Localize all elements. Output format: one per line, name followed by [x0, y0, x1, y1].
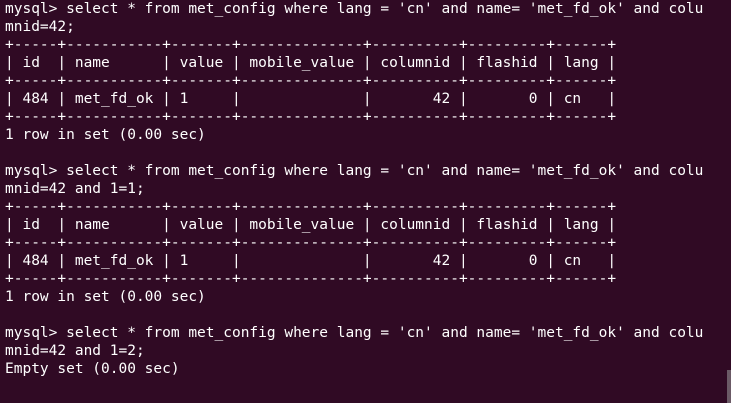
table-1-border-top: +-----+-----------+-------+-------------… — [5, 37, 617, 53]
result-3-status: Empty set (0.00 sec) — [5, 361, 180, 377]
table-2-border-top: +-----+-----------+-------+-------------… — [5, 199, 617, 215]
query-1-line-1: mysql> select * from met_config where la… — [5, 1, 704, 17]
result-1-status: 1 row in set (0.00 sec) — [5, 127, 206, 143]
terminal-window[interactable]: mysql> select * from met_config where la… — [0, 0, 731, 403]
query-1-line-2: mnid=42; — [5, 19, 75, 35]
query-3-line-1: mysql> select * from met_config where la… — [5, 325, 704, 341]
table-1-header: | id | name | value | mobile_value | col… — [5, 55, 617, 71]
table-2-row: | 484 | met_fd_ok | 1 | | 42 | 0 | cn | — [5, 253, 617, 269]
query-2-line-1: mysql> select * from met_config where la… — [5, 163, 704, 179]
table-2-border-bottom: +-----+-----------+-------+-------------… — [5, 271, 617, 287]
query-3-line-2: mnid=42 and 1=2; — [5, 343, 145, 359]
table-1-border-bottom: +-----+-----------+-------+-------------… — [5, 109, 617, 125]
scrollbar[interactable] — [727, 370, 731, 403]
table-2-header: | id | name | value | mobile_value | col… — [5, 217, 617, 233]
table-1-row: | 484 | met_fd_ok | 1 | | 42 | 0 | cn | — [5, 91, 617, 107]
table-1-border-mid: +-----+-----------+-------+-------------… — [5, 73, 617, 89]
query-2-line-2: mnid=42 and 1=1; — [5, 181, 145, 197]
result-2-status: 1 row in set (0.00 sec) — [5, 289, 206, 305]
table-2-border-mid: +-----+-----------+-------+-------------… — [5, 235, 617, 251]
